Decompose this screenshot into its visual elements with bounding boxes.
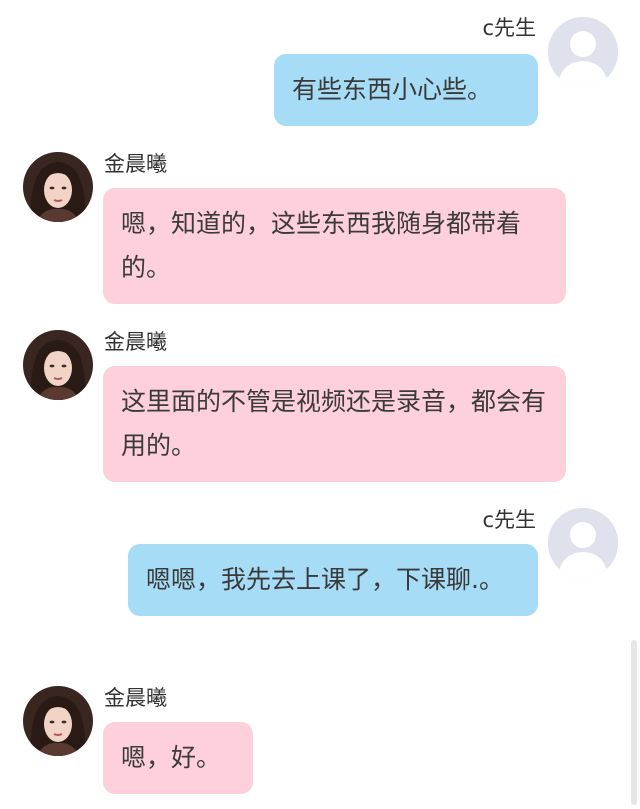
message-bubble[interactable]: 有些东西小心些。	[274, 54, 538, 126]
sender-name: c先生	[482, 508, 536, 532]
message-bubble[interactable]: 这里面的不管是视频还是录音，都会有用的。	[103, 366, 566, 482]
message-bubble[interactable]: 嗯，好。	[103, 722, 253, 794]
sender-name: 金晨曦	[104, 686, 167, 710]
sender-name: 金晨曦	[104, 330, 167, 354]
contact-photo-avatar[interactable]	[23, 686, 93, 756]
default-user-avatar-icon[interactable]	[548, 508, 618, 578]
sender-name: 金晨曦	[104, 152, 167, 176]
scrollbar[interactable]	[631, 640, 637, 805]
message-bubble[interactable]: 嗯嗯，我先去上课了，下课聊.。	[128, 544, 538, 616]
contact-photo-avatar[interactable]	[23, 330, 93, 400]
message-bubble[interactable]: 嗯，知道的，这些东西我随身都带着的。	[103, 188, 566, 304]
sender-name: c先生	[482, 16, 536, 40]
contact-photo-avatar[interactable]	[23, 152, 93, 222]
default-user-avatar-icon[interactable]	[548, 17, 618, 87]
